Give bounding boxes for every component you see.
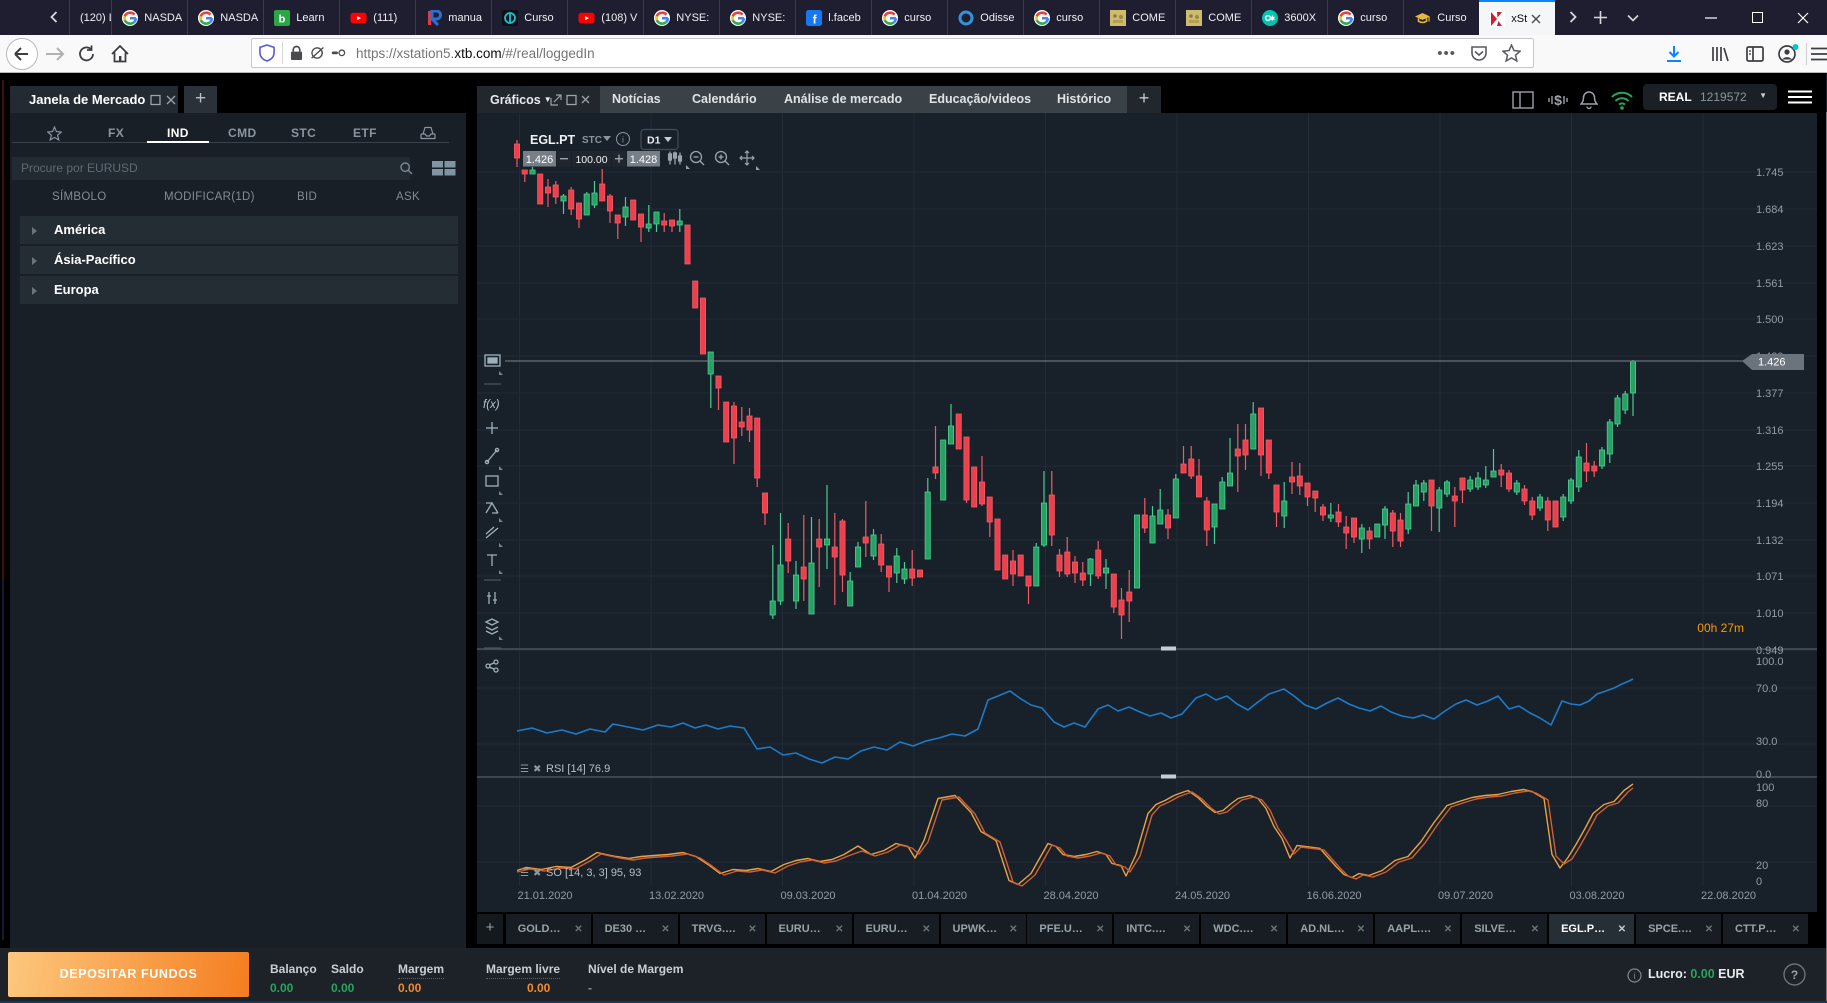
svg-text:01.04.2020: 01.04.2020 [912,890,967,902]
svg-text:1.071: 1.071 [1756,571,1784,583]
svg-text:1.426: 1.426 [1758,357,1786,369]
svg-text:RSI [14] 76.9: RSI [14] 76.9 [546,763,610,775]
svg-text:f(x): f(x) [483,399,500,411]
svg-text:1.132: 1.132 [1756,535,1784,547]
svg-text:1.426: 1.426 [526,154,554,166]
svg-text:30.0: 30.0 [1756,736,1777,748]
svg-text:1.194: 1.194 [1756,498,1784,510]
svg-text:EGL.PT: EGL.PT [530,133,576,147]
svg-text:28.04.2020: 28.04.2020 [1044,890,1099,902]
svg-text:70.0: 70.0 [1756,683,1777,695]
svg-text:03.08.2020: 03.08.2020 [1570,890,1625,902]
svg-text:1.684: 1.684 [1756,204,1784,216]
svg-text:80: 80 [1756,798,1768,810]
svg-text:1.316: 1.316 [1756,425,1784,437]
svg-text:13.02.2020: 13.02.2020 [649,890,704,902]
svg-text:16.06.2020: 16.06.2020 [1307,890,1362,902]
svg-text:0: 0 [1756,876,1762,888]
svg-text:?: ? [1791,968,1798,982]
svg-text:21.01.2020: 21.01.2020 [518,890,573,902]
svg-text:09.03.2020: 09.03.2020 [781,890,836,902]
svg-text:☰: ☰ [520,764,529,775]
svg-text:☰: ☰ [520,868,529,879]
svg-text:✖: ✖ [533,868,541,879]
svg-text:100.00: 100.00 [575,154,607,166]
svg-text:1.745: 1.745 [1756,167,1784,179]
svg-text:i: i [622,135,624,145]
svg-text:D1: D1 [647,135,661,147]
svg-text:00h 27m: 00h 27m [1697,621,1744,635]
svg-text:24.05.2020: 24.05.2020 [1175,890,1230,902]
svg-text:100.0: 100.0 [1756,656,1784,668]
svg-text:0.0: 0.0 [1756,769,1771,781]
svg-text:1.428: 1.428 [630,154,658,166]
svg-text:1.010: 1.010 [1756,608,1784,620]
svg-text:100: 100 [1756,782,1774,794]
svg-text:1.561: 1.561 [1756,278,1784,290]
svg-text:1.377: 1.377 [1756,388,1784,400]
svg-text:SO [14, 3, 3] 95, 93: SO [14, 3, 3] 95, 93 [546,867,641,879]
svg-text:✖: ✖ [533,764,541,775]
svg-text:1.500: 1.500 [1756,314,1784,326]
svg-text:22.08.2020: 22.08.2020 [1701,890,1756,902]
svg-text:1.623: 1.623 [1756,241,1784,253]
svg-text:09.07.2020: 09.07.2020 [1438,890,1493,902]
svg-text:b: b [279,13,286,25]
svg-text:$: $ [1554,92,1562,108]
svg-text:20: 20 [1756,860,1768,872]
svg-text:i: i [1634,971,1636,981]
svg-text:STC: STC [582,135,602,146]
svg-text:1.255: 1.255 [1756,461,1784,473]
